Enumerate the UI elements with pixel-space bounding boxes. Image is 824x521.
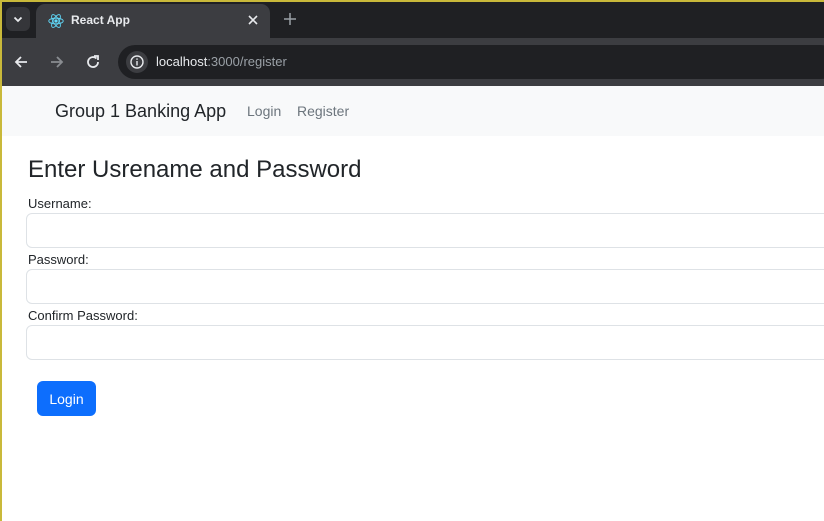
new-tab-button[interactable] [279, 8, 301, 30]
page-title: Enter Usrename and Password [28, 156, 362, 183]
url-path: :3000/register [207, 54, 287, 69]
arrow-right-icon [51, 56, 64, 68]
reload-button[interactable] [81, 50, 105, 74]
app-navbar: Group 1 Banking App Login Register [0, 86, 824, 136]
confirm-password-label: Confirm Password: [28, 308, 138, 323]
chevron-down-icon [13, 16, 23, 23]
info-icon [130, 55, 144, 69]
forward-button[interactable] [45, 50, 69, 74]
site-info-button[interactable] [126, 51, 148, 73]
close-icon [248, 15, 258, 25]
browser-tab-active[interactable]: React App [36, 4, 270, 38]
url-host: localhost [156, 54, 208, 69]
tab-close-button[interactable] [244, 11, 262, 29]
arrow-left-icon [14, 56, 27, 68]
confirm-password-input[interactable] [26, 325, 824, 360]
tab-title: React App [71, 13, 130, 27]
browser-toolbar: localhost:3000/register [0, 38, 824, 86]
browser-tabstrip: React App [0, 0, 824, 38]
username-label: Username: [28, 196, 92, 211]
url-text: localhost:3000/register [156, 54, 287, 69]
nav-link-login[interactable]: Login [247, 103, 281, 119]
password-input[interactable] [26, 269, 824, 304]
react-logo-icon [48, 14, 64, 28]
username-input[interactable] [26, 213, 824, 248]
reload-icon [87, 55, 99, 68]
login-button[interactable]: Login [37, 381, 96, 416]
navbar-brand[interactable]: Group 1 Banking App [55, 101, 226, 122]
address-bar[interactable]: localhost:3000/register [118, 45, 824, 79]
register-form: Enter Usrename and Password Username: Pa… [0, 136, 824, 521]
tab-search-button[interactable] [6, 7, 30, 31]
plus-icon [284, 13, 296, 25]
password-label: Password: [28, 252, 89, 267]
nav-link-register[interactable]: Register [297, 103, 349, 119]
back-button[interactable] [9, 50, 33, 74]
